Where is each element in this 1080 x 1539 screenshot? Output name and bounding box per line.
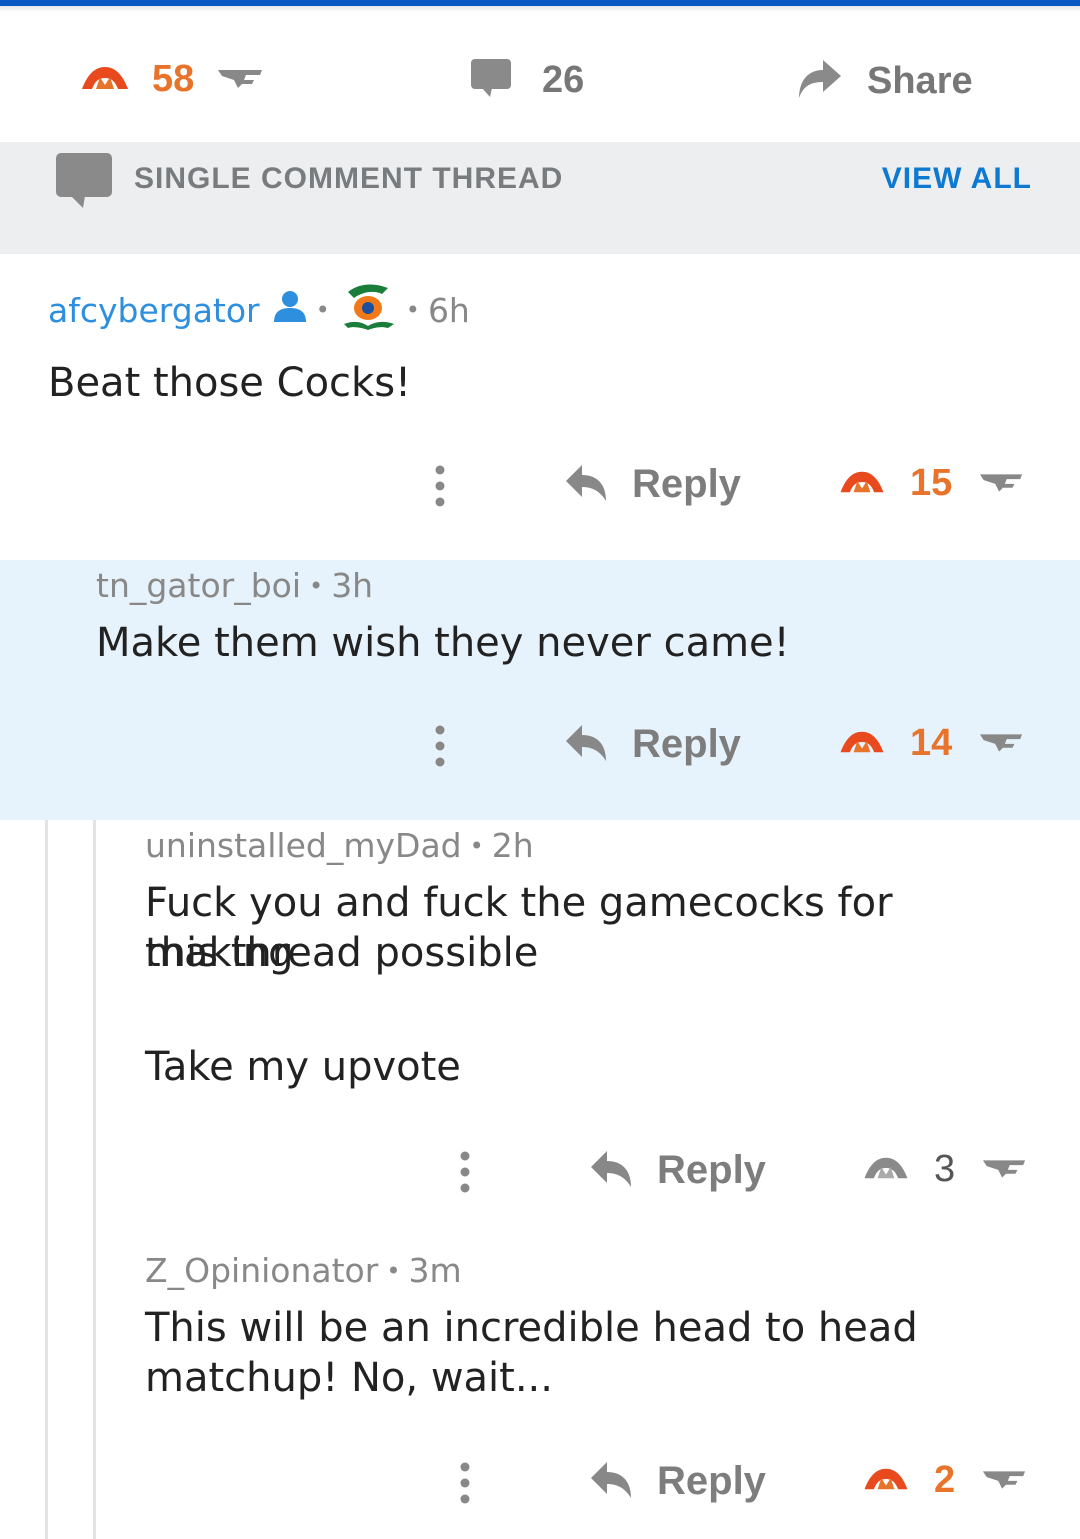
comment-meta: afcybergator • • 6h — [48, 280, 470, 340]
comment-time: 3h — [331, 566, 374, 605]
comment-tn-gator-boi: tn_gator_boi • 3h Make them wish they ne… — [0, 560, 1080, 820]
post-vote-group: 58 — [80, 58, 264, 101]
post-action-bar: 58 26 Share — [0, 12, 1080, 142]
thread-banner-label: SINGLE COMMENT THREAD — [134, 162, 564, 195]
comment-text-line: Take my upvote — [145, 1044, 461, 1090]
downvote-icon[interactable] — [978, 470, 1024, 498]
upvote-icon[interactable] — [862, 1465, 910, 1497]
comment-meta: tn_gator_boi • 3h — [96, 566, 373, 605]
user-icon — [272, 288, 308, 332]
comment-vote-group: 15 — [838, 462, 1024, 505]
comment-actions: Reply 14 — [0, 720, 1080, 780]
comment-bubble-icon — [55, 152, 113, 214]
upvote-icon[interactable] — [838, 728, 886, 760]
reply-label: Reply — [632, 722, 741, 766]
share-label: Share — [867, 59, 973, 102]
comment-text-line: matchup! No, wait... — [145, 1355, 553, 1401]
reply-button[interactable]: Reply — [589, 1148, 766, 1193]
comment-time: 3m — [408, 1251, 462, 1290]
comments-count: 26 — [542, 58, 585, 101]
upvote-icon[interactable] — [80, 63, 130, 97]
more-options-icon[interactable] — [455, 1457, 475, 1517]
more-options-icon[interactable] — [430, 720, 450, 780]
comment-afcybergator: afcybergator • • 6h Beat those Cocks! Re… — [0, 254, 1080, 560]
comments-count-button[interactable]: 26 — [470, 58, 584, 102]
downvote-icon[interactable] — [981, 1156, 1027, 1184]
comment-author[interactable]: tn_gator_boi — [96, 566, 301, 605]
comment-text: Make them wish they never came! — [96, 620, 790, 666]
reply-button[interactable]: Reply — [564, 462, 741, 507]
comment-uninstalled-mydad: uninstalled_myDad • 2h Fuck you and fuck… — [0, 820, 1080, 1240]
reply-arrow-icon — [589, 1149, 633, 1193]
share-arrow-icon — [795, 56, 843, 106]
comment-author[interactable]: uninstalled_myDad — [145, 826, 462, 865]
comment-meta: Z_Opinionator • 3m — [145, 1251, 462, 1290]
post-score: 58 — [152, 58, 195, 100]
separator-dot: • — [386, 1256, 401, 1285]
reply-arrow-icon — [589, 1460, 633, 1504]
reply-label: Reply — [657, 1459, 766, 1503]
reply-label: Reply — [657, 1148, 766, 1192]
comment-vote-group: 14 — [838, 722, 1024, 765]
upvote-icon[interactable] — [862, 1154, 910, 1186]
reply-button[interactable]: Reply — [589, 1459, 766, 1504]
comment-text: Beat those Cocks! — [48, 360, 412, 406]
reply-label: Reply — [632, 462, 741, 506]
comment-vote-group: 3 — [862, 1148, 1027, 1191]
comment-actions: Reply 2 — [0, 1457, 1080, 1517]
comment-score: 15 — [910, 462, 953, 504]
more-options-icon[interactable] — [430, 460, 450, 520]
comment-vote-group: 2 — [862, 1459, 1027, 1502]
comment-actions: Reply 15 — [0, 460, 1080, 520]
single-thread-banner: SINGLE COMMENT THREAD VIEW ALL — [0, 142, 1080, 254]
downvote-icon[interactable] — [981, 1467, 1027, 1495]
upvote-icon[interactable] — [838, 468, 886, 500]
comment-z-opinionator: Z_Opinionator • 3m This will be an incre… — [0, 1245, 1080, 1539]
separator-dot: • — [309, 571, 324, 600]
separator-dot: • — [315, 296, 330, 324]
share-button[interactable]: Share — [795, 56, 973, 106]
comment-score: 3 — [934, 1148, 956, 1190]
reply-button[interactable]: Reply — [564, 722, 741, 767]
reply-arrow-icon — [564, 463, 608, 507]
comment-time: 6h — [427, 290, 470, 330]
comment-author[interactable]: afcybergator — [48, 291, 260, 330]
comment-text-line: this thread possible — [145, 930, 539, 976]
reply-arrow-icon — [564, 723, 608, 767]
view-all-link[interactable]: VIEW ALL — [882, 162, 1032, 196]
comment-actions: Reply 3 — [0, 1146, 1080, 1206]
more-options-icon[interactable] — [455, 1146, 475, 1206]
comment-bubble-icon — [470, 58, 512, 102]
comment-time: 2h — [491, 826, 534, 865]
downvote-icon[interactable] — [978, 730, 1024, 758]
comment-score: 2 — [934, 1459, 956, 1501]
comment-text-line: This will be an incredible head to head — [145, 1305, 918, 1351]
separator-dot: • — [469, 831, 484, 860]
downvote-icon[interactable] — [216, 66, 264, 94]
separator-dot: • — [405, 296, 420, 324]
comment-author[interactable]: Z_Opinionator — [145, 1251, 378, 1290]
comment-meta: uninstalled_myDad • 2h — [145, 826, 534, 865]
comment-score: 14 — [910, 722, 953, 764]
gator-flair-icon — [338, 280, 398, 340]
